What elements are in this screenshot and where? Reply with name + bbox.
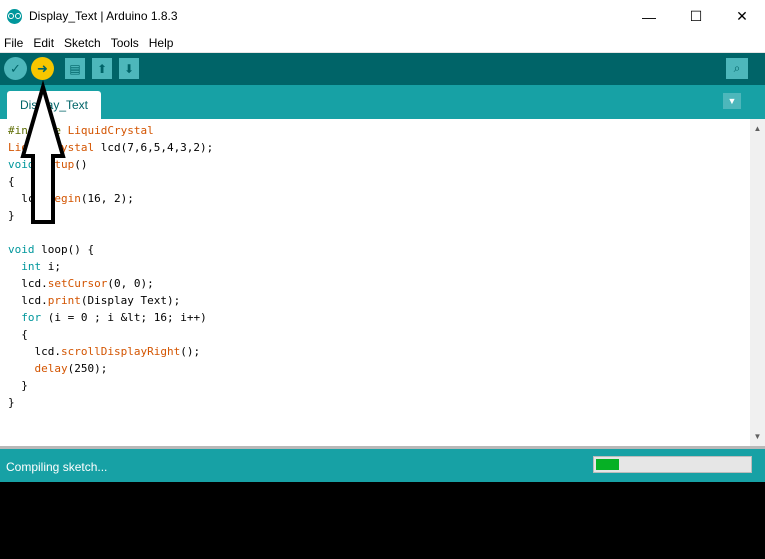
minimize-button[interactable]: — [626,0,672,33]
verify-button[interactable]: ✓ [4,57,27,80]
menu-sketch[interactable]: Sketch [59,36,106,50]
save-button[interactable]: ⬇ [119,58,139,79]
arrow-right-icon: ➜ [37,60,48,76]
code-line: lcd.print(Display Text); [8,294,181,307]
console-output [0,482,765,559]
arduino-logo-icon [7,9,22,24]
code-line: void setup() [8,158,88,171]
editor-scrollbar[interactable]: ▲ ▼ [750,119,765,446]
status-bar: Compiling sketch... [0,449,765,482]
code-line: { [8,175,15,188]
title-bar: Display_Text | Arduino 1.8.3 — ☐ ✕ [0,0,765,33]
code-line: } [8,396,15,409]
code-editor[interactable]: #include LiquidCrystal LiquidCrystal lcd… [0,119,750,446]
open-button[interactable]: ⬆ [92,58,112,79]
code-line: for (i = 0 ; i &lt; 16; i++) [21,311,207,324]
menu-file[interactable]: File [0,36,28,50]
code-line: } [8,209,15,222]
chevron-down-icon: ▼ [727,96,737,106]
check-icon: ✓ [10,60,21,76]
status-text: Compiling sketch... [6,460,108,474]
close-button[interactable]: ✕ [719,0,765,33]
scroll-down-icon[interactable]: ▼ [750,429,765,444]
maximize-button[interactable]: ☐ [673,0,719,33]
code-text: #include LiquidCrystal LiquidCrystal lcd… [0,119,750,411]
code-line: lcd.begin(16, 2); [8,192,134,205]
magnifier-icon: ⌕ [733,61,741,75]
menu-help[interactable]: Help [144,36,179,50]
code-line: lcd.scrollDisplayRight(); [8,345,201,358]
window-title: Display_Text | Arduino 1.8.3 [29,9,178,23]
arrow-down-icon: ⬇ [123,61,135,76]
arrow-up-icon: ⬆ [96,61,108,76]
menu-bar: File Edit Sketch Tools Help [0,33,765,53]
menu-tools[interactable]: Tools [106,36,144,50]
code-line: LiquidCrystal lcd(7,6,5,4,3,2); [8,141,214,154]
new-sketch-button[interactable]: ▤ [65,58,85,79]
tab-menu-button[interactable]: ▼ [723,93,741,109]
menu-edit[interactable]: Edit [28,36,59,50]
compile-progress-bar [593,456,752,473]
code-line: void loop() { [8,243,95,256]
tab-display-text[interactable]: Display_Text [7,91,101,119]
document-icon: ▤ [69,61,81,76]
upload-button[interactable]: ➜ [31,57,54,80]
progress-fill [594,457,621,472]
code-line: { [8,328,28,341]
code-line: } [8,379,28,392]
code-line: lcd.setCursor(0, 0); [8,277,154,290]
code-line: delay(250); [34,362,108,375]
code-line: #include LiquidCrystal [8,124,154,137]
toolbar: ✓ ➜ ▤ ⬆ ⬇ ⌕ [0,53,765,85]
code-line: int i; [21,260,61,273]
tab-bar: Display_Text ▼ [0,85,765,119]
serial-monitor-button[interactable]: ⌕ [726,58,748,79]
scroll-up-icon[interactable]: ▲ [750,121,765,136]
